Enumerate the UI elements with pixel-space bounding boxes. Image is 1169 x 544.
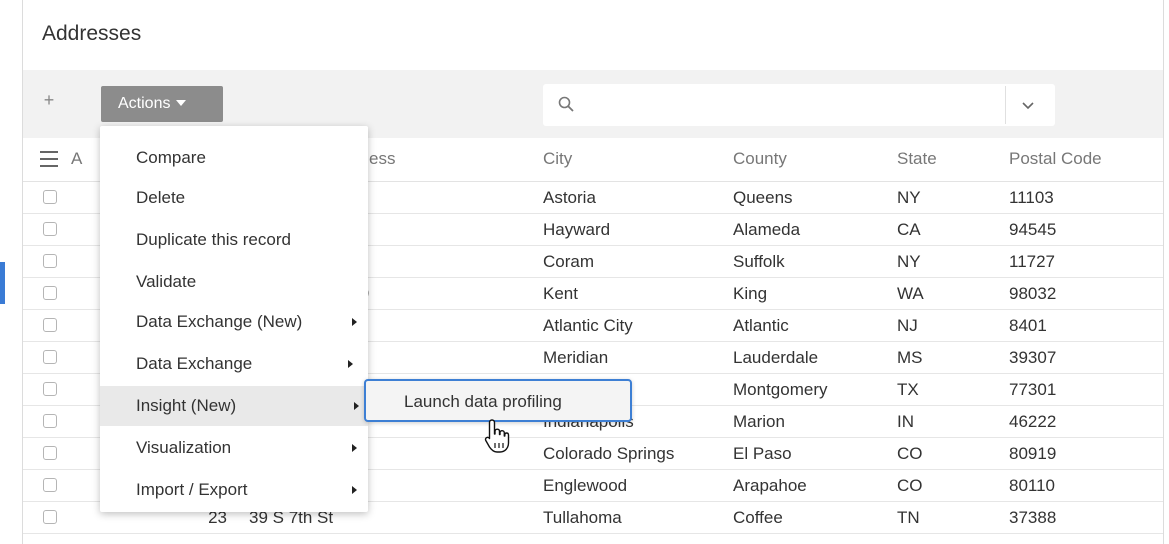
column-header-city[interactable]: City: [543, 149, 572, 169]
menu-item-label: Validate: [136, 272, 197, 291]
page-title: Addresses: [42, 22, 142, 45]
menu-item-data-exchange[interactable]: Data Exchange: [100, 344, 368, 384]
row-checkbox[interactable]: [43, 286, 57, 300]
menu-item-visualization[interactable]: Visualization: [100, 428, 368, 468]
column-header-postal-code[interactable]: Postal Code: [1009, 149, 1102, 169]
cell-city: Hayward: [543, 220, 611, 239]
column-header-state[interactable]: State: [897, 149, 937, 169]
cell-city: Astoria: [543, 188, 596, 207]
actions-menu: Compare Delete Duplicate this record Valida…: [100, 126, 368, 512]
cell-county: Coffee: [733, 508, 783, 527]
row-checkbox[interactable]: [43, 318, 57, 332]
submenu-arrow-icon: [354, 402, 359, 410]
menu-item-label: Insight (New): [136, 396, 237, 415]
row-checkbox[interactable]: [43, 478, 57, 492]
cell-postal-code: 46222: [1009, 412, 1057, 431]
cell-city: Colorado Springs: [543, 444, 675, 463]
actions-button[interactable]: Actions: [101, 86, 223, 122]
menu-item-data-exchange-new[interactable]: Data Exchange (New): [100, 302, 368, 342]
cell-postal-code: 11103: [1009, 188, 1054, 207]
row-checkbox[interactable]: [43, 190, 57, 204]
cell-state: CO: [897, 476, 923, 495]
cell-state: NJ: [897, 316, 918, 335]
search-box: [543, 84, 1055, 126]
cell-county: King: [733, 284, 768, 303]
cell-county: Atlantic: [733, 316, 789, 335]
menu-item-insight-new[interactable]: Insight (New): [100, 386, 368, 426]
cell-postal-code: 8401: [1009, 316, 1047, 335]
column-header-a[interactable]: A: [71, 149, 82, 169]
submenu-arrow-icon: [352, 444, 357, 452]
cell-state: MS: [897, 348, 923, 367]
cell-state: NY: [897, 252, 921, 271]
row-checkbox[interactable]: [43, 382, 57, 396]
cell-city: Atlantic City: [543, 316, 633, 335]
menu-item-duplicate-this-record[interactable]: Duplicate this record: [100, 220, 368, 260]
search-divider: [1005, 86, 1006, 124]
cell-postal-code: 37388: [1009, 508, 1057, 527]
cell-county: Suffolk: [733, 252, 785, 271]
cell-postal-code: 98032: [1009, 284, 1057, 303]
selection-accent-bar: [0, 262, 5, 304]
search-icon: [558, 96, 574, 112]
cell-county: Queens: [733, 188, 793, 207]
cell-city: Coram: [543, 252, 595, 271]
row-checkbox[interactable]: [43, 254, 57, 268]
row-checkbox[interactable]: [43, 510, 57, 524]
row-checkbox[interactable]: [43, 350, 57, 364]
cell-postal-code: 11727: [1009, 252, 1056, 271]
search-input[interactable]: [583, 93, 1003, 117]
menu-item-label: Duplicate this record: [136, 230, 291, 249]
cell-postal-code: 80919: [1009, 444, 1057, 463]
actions-button-label: Actions: [118, 95, 171, 112]
cell-city: Tullahoma: [543, 508, 622, 527]
add-record-button[interactable]: +: [39, 90, 59, 111]
cell-county: Montgomery: [733, 380, 828, 399]
row-checkbox[interactable]: [43, 414, 57, 428]
cell-postal-code: 77301: [1009, 380, 1057, 399]
chevron-down-icon[interactable]: [1017, 96, 1039, 114]
row-checkbox[interactable]: [43, 446, 57, 460]
cell-county: Alameda: [733, 220, 801, 239]
menu-item-label: Data Exchange: [136, 354, 253, 373]
cell-postal-code: 39307: [1009, 348, 1057, 367]
hand-pointer-cursor-icon: [484, 419, 510, 453]
cell-city: Meridian: [543, 348, 609, 367]
cell-state: TX: [897, 380, 919, 399]
column-menu-icon[interactable]: [40, 151, 58, 167]
row-checkbox[interactable]: [43, 222, 57, 236]
submenu-arrow-icon: [352, 486, 357, 494]
cell-state: CO: [897, 444, 923, 463]
cell-county: El Paso: [733, 444, 792, 463]
cell-city: Kent: [543, 284, 578, 303]
submenu-arrow-icon: [352, 318, 357, 326]
cell-state: NY: [897, 188, 921, 207]
menu-item-label: Delete: [136, 188, 186, 207]
menu-item-label: Compare: [136, 148, 206, 167]
cell-county: Arapahoe: [733, 476, 807, 495]
cell-county: Lauderdale: [733, 348, 819, 367]
menu-item-label: Data Exchange (New): [136, 312, 303, 331]
cell-county: Marion: [733, 412, 785, 431]
caret-down-icon: [176, 100, 187, 106]
menu-item-label: Import / Export: [136, 480, 248, 499]
submenu-arrow-icon: [348, 360, 353, 368]
menu-item-import-export[interactable]: Import / Export: [100, 470, 368, 510]
cell-state: WA: [897, 284, 924, 303]
menu-item-compare[interactable]: Compare: [100, 138, 368, 178]
column-header-address[interactable]: ess: [369, 149, 395, 169]
cell-city: Englewood: [543, 476, 628, 495]
cell-state: CA: [897, 220, 921, 239]
cell-state: IN: [897, 412, 914, 431]
cell-state: TN: [897, 508, 920, 527]
cell-postal-code: 80110: [1009, 476, 1056, 495]
column-header-county[interactable]: County: [733, 149, 787, 169]
menu-item-label: Visualization: [136, 438, 232, 457]
insight-submenu: Launch data profiling: [364, 379, 632, 422]
cell-postal-code: 94545: [1009, 220, 1057, 239]
menu-item-validate[interactable]: Validate: [100, 262, 368, 302]
launch-data-profiling-item[interactable]: Launch data profiling: [404, 392, 562, 412]
menu-item-delete[interactable]: Delete: [100, 178, 368, 218]
